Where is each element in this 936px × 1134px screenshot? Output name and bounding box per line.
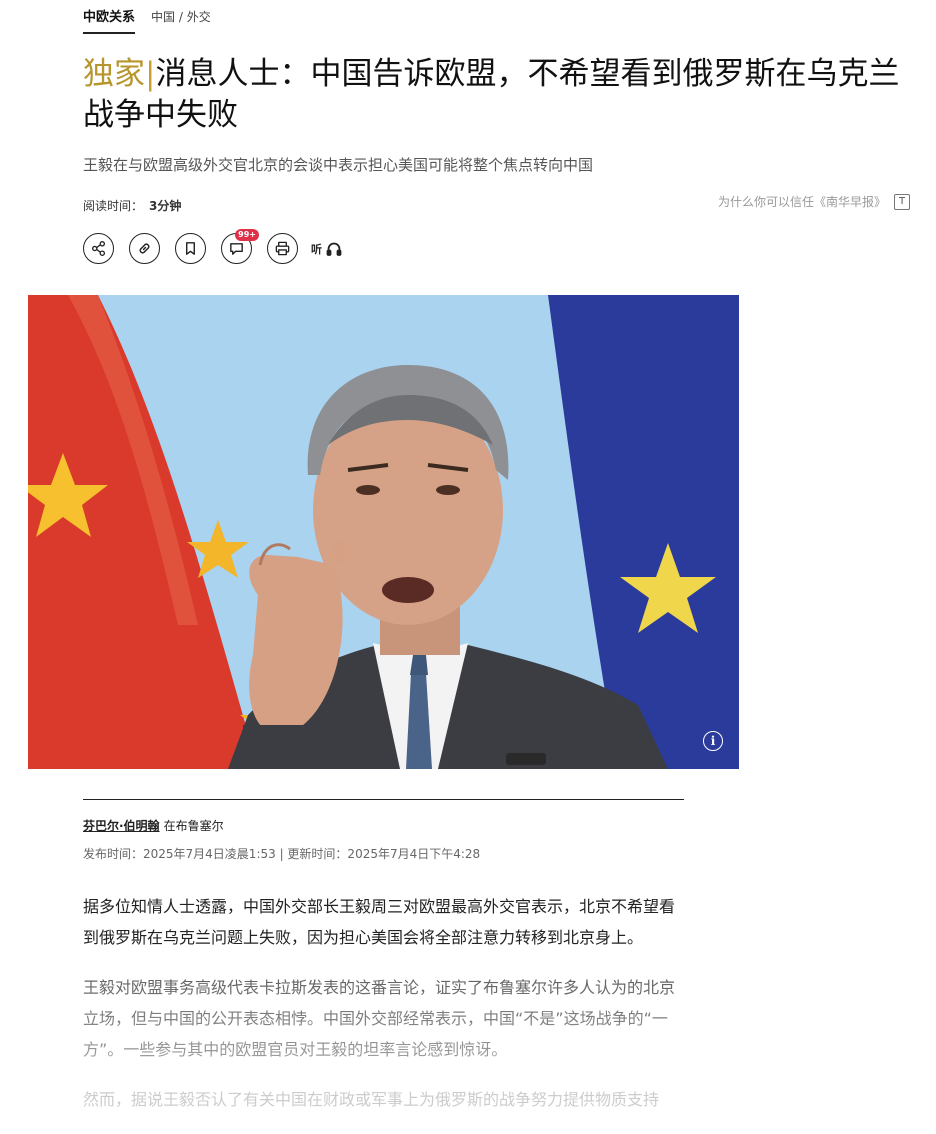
byline-divider	[83, 799, 684, 800]
category-primary-link[interactable]: 中欧关系	[83, 6, 136, 34]
photo-info-icon[interactable]: i	[703, 731, 723, 751]
trust-link[interactable]: 为什么你可以信任《南华早报》 T	[718, 193, 910, 210]
article-toolbar: 99+ 听	[83, 229, 342, 264]
text-size-icon[interactable]: T	[894, 193, 910, 210]
reading-time: 阅读时间： 3分钟	[83, 197, 181, 214]
category-secondary-link[interactable]: 中国 / 外交	[151, 8, 211, 34]
headphones-icon	[326, 242, 342, 256]
bookmark-icon	[186, 242, 195, 255]
trust-link-label: 为什么你可以信任《南华早报》	[717, 195, 886, 209]
article-subtitle: 王毅在与欧盟高级外交官北京的会谈中表示担心美国可能将整个焦点转向中国	[83, 156, 594, 174]
byline-location: 在布鲁塞尔	[163, 819, 224, 833]
comment-count-badge: 99+	[235, 229, 259, 241]
article-paragraph: 然而，据说王毅否认了有关中国在财政或军事上为俄罗斯的战争努力提供物质支持	[83, 1090, 660, 1109]
listen-button[interactable]: 听	[311, 241, 342, 257]
article-paragraph: 据多位知情人士透露，中国外交部长王毅周三对欧盟最高外交官表示，北京不希望看到俄罗…	[83, 897, 676, 947]
article-body: 据多位知情人士透露，中国外交部长王毅周三对欧盟最高外交官表示，北京不希望看到俄罗…	[83, 891, 683, 1134]
author-link[interactable]: 芬巴尔·伯明翰	[83, 819, 160, 833]
comment-icon	[230, 243, 243, 255]
print-icon	[275, 241, 290, 256]
print-button[interactable]	[267, 233, 298, 264]
reading-time-label: 阅读时间：	[83, 199, 144, 213]
reading-time-value: 3分钟	[149, 199, 182, 213]
share-icon	[91, 241, 106, 256]
hero-photo-illustration	[28, 295, 739, 769]
listen-label: 听	[311, 242, 322, 256]
comments-button[interactable]: 99+	[221, 229, 259, 264]
share-button[interactable]	[83, 233, 114, 264]
article-headline: 独家|消息人士：中国告诉欧盟，不希望看到俄罗斯在乌克兰战争中失败	[83, 54, 903, 136]
publish-time: 发布时间：2025年7月4日凌晨1:53 | 更新时间：2025年7月4日下午4…	[83, 847, 481, 861]
byline: 芬巴尔·伯明翰 在布鲁塞尔	[83, 817, 224, 834]
headline-separator: |	[145, 56, 156, 92]
copy-link-button[interactable]	[129, 233, 160, 264]
category-nav: 中欧关系 中国 / 外交	[83, 6, 211, 34]
bookmark-button[interactable]	[175, 233, 206, 264]
hero-photo: i	[28, 295, 739, 769]
link-icon	[139, 243, 150, 254]
headline-text: 消息人士：中国告诉欧盟，不希望看到俄罗斯在乌克兰战争中失败	[83, 56, 900, 133]
article-paragraph: 王毅对欧盟事务高级代表卡拉斯发表的这番言论，证实了布鲁塞尔许多人认为的北京立场，…	[83, 978, 676, 1059]
exclusive-tag: 独家	[83, 56, 145, 92]
